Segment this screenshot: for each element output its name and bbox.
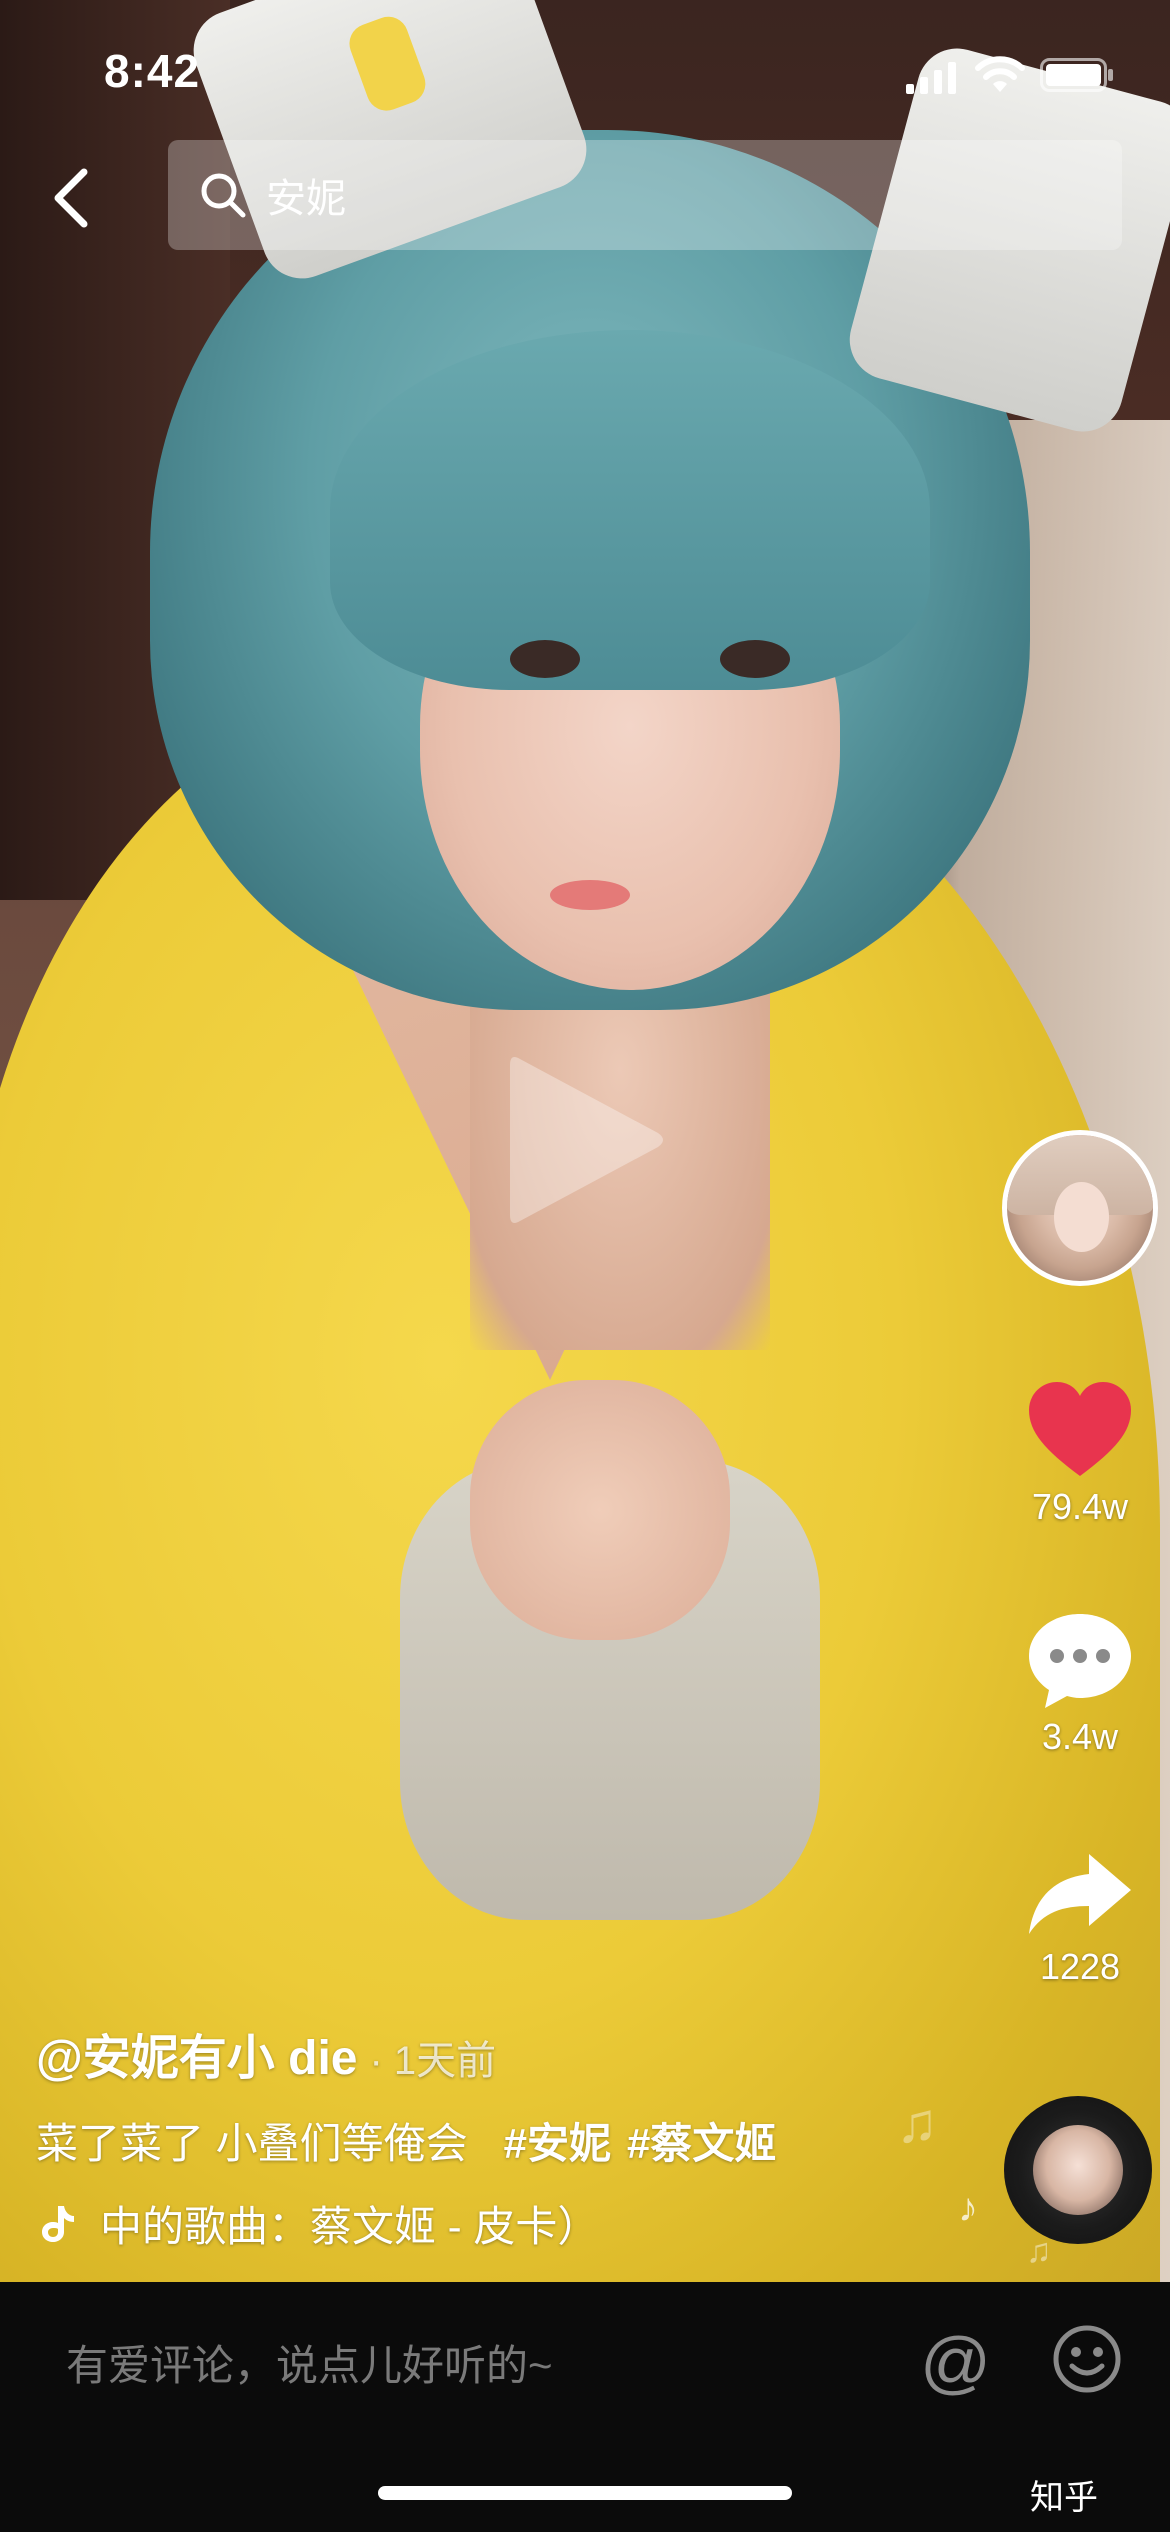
- cellular-signal-icon: [906, 62, 956, 94]
- video-screen: 8:42 安妮 79.4w 3.4w 1228 ♫ ♪ ♫ @安妮有小 die …: [0, 0, 1170, 2532]
- mention-button[interactable]: @: [920, 2312, 991, 2412]
- battery-icon: [1040, 58, 1113, 92]
- video-caption: @安妮有小 die · 1天前 菜了菜了 小叠们等俺会 #安妮 #蔡文姬 中的歌…: [36, 2018, 956, 2254]
- music-title: 中的歌曲：蔡文姬 - 皮卡）: [100, 2203, 600, 2250]
- home-indicator: [378, 2486, 792, 2500]
- music-cover: [1033, 2125, 1123, 2215]
- description-line: 菜了菜了 小叠们等俺会 #安妮 #蔡文姬: [36, 2110, 956, 2171]
- comment-bar: 有爱评论，说点儿好听的~ @ 知乎: [0, 2282, 1170, 2532]
- hashtag-link[interactable]: #安妮: [504, 2110, 611, 2171]
- heart-icon: [1029, 1382, 1131, 1476]
- description-text: 菜了菜了 小叠们等俺会: [36, 2120, 468, 2167]
- wifi-icon: [975, 56, 1025, 92]
- author-name[interactable]: @安妮有小 die: [36, 2018, 358, 2088]
- like-button[interactable]: 79.4w: [1000, 1380, 1160, 1528]
- share-button[interactable]: 1228: [1000, 1850, 1160, 1988]
- lips: [550, 880, 630, 910]
- author-line: @安妮有小 die · 1天前: [36, 2018, 956, 2088]
- chevron-left-icon: [54, 168, 88, 228]
- search-bar[interactable]: 安妮: [168, 140, 1122, 250]
- clock: 8:42: [104, 45, 201, 97]
- like-count: 79.4w: [1031, 1486, 1129, 1527]
- status-bar: 8:42: [0, 0, 1170, 140]
- wig-bangs: [330, 330, 930, 690]
- music-disc[interactable]: [1004, 2096, 1152, 2244]
- hashtag-link[interactable]: #蔡文姬: [627, 2110, 776, 2171]
- right-eye: [720, 640, 790, 678]
- play-icon[interactable]: [500, 1045, 670, 1235]
- author-avatar[interactable]: [1002, 1130, 1158, 1286]
- emoji-icon[interactable]: [1052, 2324, 1122, 2394]
- hand: [470, 1380, 730, 1640]
- zhihu-watermark: 知乎: [1030, 2479, 1098, 2517]
- music-note-decoration-icon: ♪: [958, 2186, 978, 2230]
- search-icon: [201, 173, 246, 218]
- back-button[interactable]: [30, 150, 110, 246]
- left-eye: [510, 640, 580, 678]
- comment-input[interactable]: 有爱评论，说点儿好听的~: [66, 2332, 553, 2393]
- music-line[interactable]: 中的歌曲：蔡文姬 - 皮卡）: [36, 2193, 956, 2254]
- comment-bubble-icon: [1029, 1614, 1131, 1708]
- share-count: 1228: [1039, 1946, 1121, 1987]
- comment-count: 3.4w: [1041, 1716, 1119, 1757]
- avatar-face: [1053, 1181, 1110, 1252]
- search-query: 安妮: [266, 177, 346, 221]
- comment-button[interactable]: 3.4w: [1000, 1610, 1160, 1758]
- share-arrow-icon: [1029, 1854, 1131, 1934]
- post-time: · 1天前: [369, 2039, 497, 2083]
- tiktok-note-icon: [42, 2205, 74, 2242]
